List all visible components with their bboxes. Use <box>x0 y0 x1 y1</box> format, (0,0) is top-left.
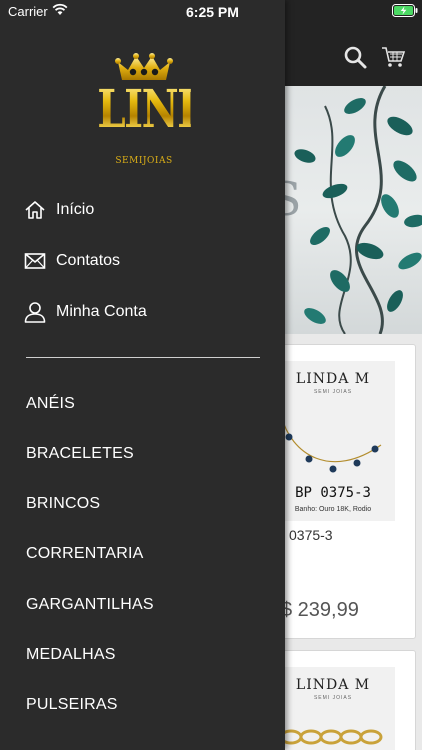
category-medalhas[interactable]: MEDALHAS <box>26 646 116 670</box>
bracelet-illustration <box>280 414 382 473</box>
carrier-label: Carrier <box>8 4 48 19</box>
status-time: 6:25 PM <box>186 4 239 20</box>
category-braceletes[interactable]: BRACELETES <box>26 445 134 469</box>
side-drawer: LINDA SEMIJOIAS Início Contatos Minha Co… <box>0 0 285 750</box>
nav-item-contatos[interactable]: Contatos <box>24 246 120 276</box>
nav-item-label: Contatos <box>56 252 121 269</box>
category-gargantilhas[interactable]: GARGANTILHAS <box>26 596 154 620</box>
search-icon[interactable] <box>342 44 368 70</box>
user-icon <box>24 302 46 323</box>
product-image-caption: Banho: Ouro 18K, Rodio <box>294 506 372 513</box>
battery-charging-icon <box>392 4 418 17</box>
chain-illustration <box>279 729 383 745</box>
mail-icon <box>24 253 46 269</box>
product-image-brand: LINDA M <box>295 371 371 387</box>
nav-item-inicio[interactable]: Início <box>24 195 94 225</box>
status-bar: Carrier 6:25 PM <box>0 0 422 22</box>
product-image-code: BP 0375-3 <box>295 485 371 501</box>
product-image: LINDA M SEMI JOIAS BP 0375-3 Banho: Ouro… <box>271 361 395 521</box>
category-aneis[interactable]: ANÉIS <box>26 395 75 419</box>
brand-logo: LINDA SEMIJOIAS <box>84 52 242 174</box>
category-correntaria[interactable]: CORRENTARIA <box>26 545 143 569</box>
wifi-icon <box>52 3 68 15</box>
home-icon <box>25 201 45 219</box>
category-pulseiras[interactable]: PULSEIRAS <box>26 696 118 720</box>
logo-wordmark: LINDA <box>97 79 242 140</box>
product-image-brand: LINDA M <box>295 677 371 693</box>
nav-item-minha-conta[interactable]: Minha Conta <box>24 297 147 327</box>
product-price: $ 239,99 <box>281 599 359 621</box>
product-image-brand-sub: SEMI JOIAS <box>313 695 353 701</box>
nav-item-label: Minha Conta <box>56 303 147 320</box>
logo-subtitle: SEMIJOIAS <box>115 156 173 166</box>
product-image: LINDA M SEMI JOIAS <box>271 667 395 750</box>
category-brincos[interactable]: BRINCOS <box>26 495 100 519</box>
product-code: 0375-3 <box>289 527 333 543</box>
menu-divider <box>26 357 260 358</box>
nav-item-label: Início <box>56 201 95 218</box>
leaf-vine-decoration <box>294 86 422 334</box>
cart-icon[interactable] <box>380 44 406 70</box>
